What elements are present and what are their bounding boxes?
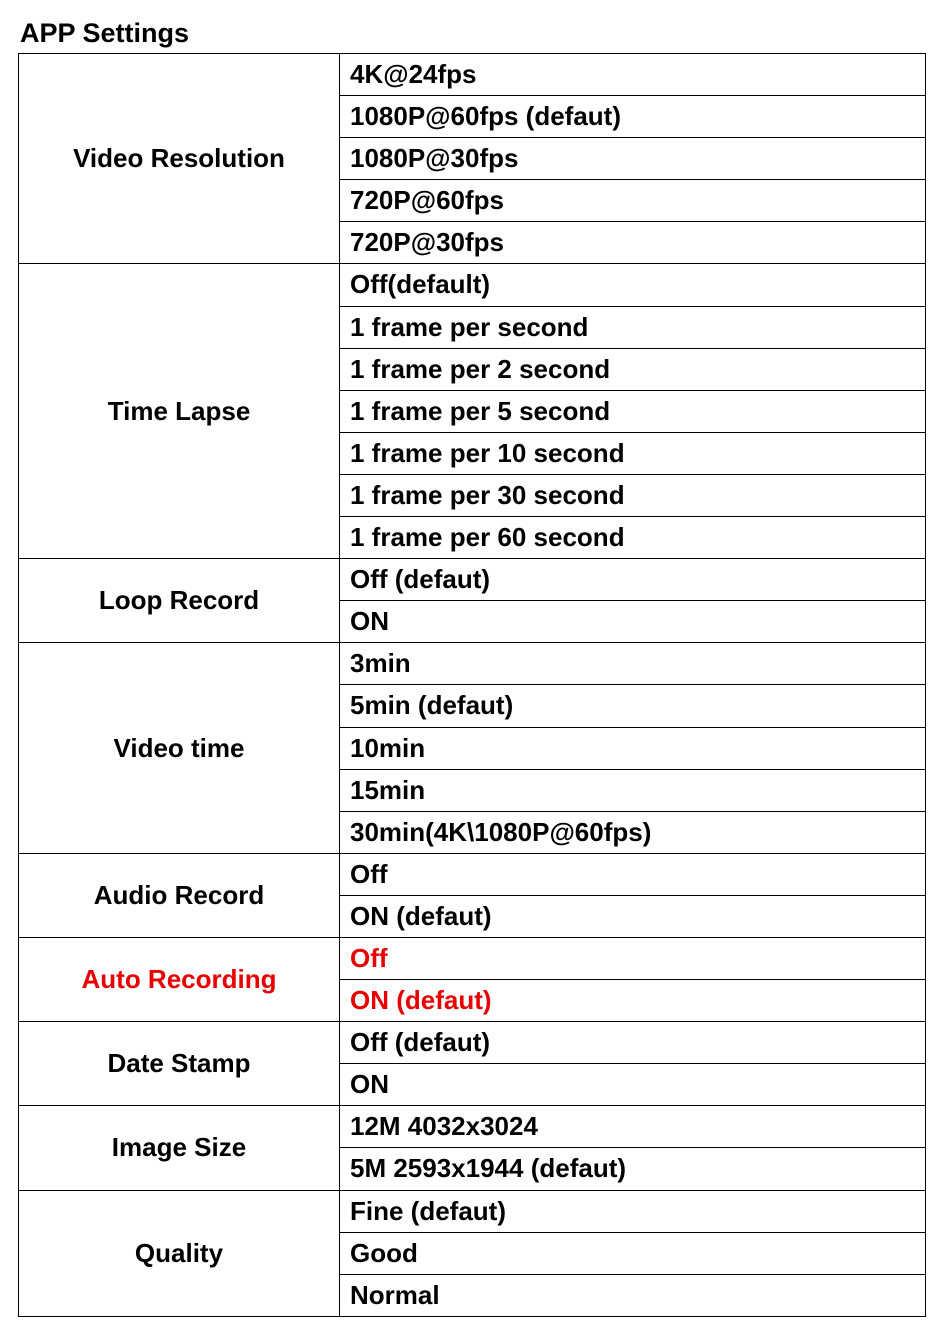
table-row: Image Size12M 4032x3024 <box>19 1106 926 1148</box>
setting-option: 1 frame per 10 second <box>340 432 926 474</box>
setting-option: Off <box>340 937 926 979</box>
setting-option: Off <box>340 853 926 895</box>
setting-option: 4K@24fps <box>340 54 926 96</box>
setting-option: Good <box>340 1232 926 1274</box>
setting-label: Time Lapse <box>19 264 340 559</box>
setting-option: 1 frame per 60 second <box>340 517 926 559</box>
setting-option: 30min(4K\1080P@60fps) <box>340 811 926 853</box>
setting-option: 5min (defaut) <box>340 685 926 727</box>
setting-option: 1 frame per 5 second <box>340 390 926 432</box>
setting-label: Audio Record <box>19 853 340 937</box>
setting-label: Image Size <box>19 1106 340 1190</box>
setting-option: Off(default) <box>340 264 926 306</box>
setting-option: 720P@30fps <box>340 222 926 264</box>
table-row: Auto RecordingOff <box>19 937 926 979</box>
table-row: QualityFine (defaut) <box>19 1190 926 1232</box>
setting-option: Normal <box>340 1274 926 1316</box>
setting-option: ON <box>340 601 926 643</box>
setting-option: 3min <box>340 643 926 685</box>
table-row: Date StampOff (defaut) <box>19 1022 926 1064</box>
setting-option: 1 frame per 2 second <box>340 348 926 390</box>
setting-option: Fine (defaut) <box>340 1190 926 1232</box>
setting-option: ON <box>340 1064 926 1106</box>
setting-option: ON (defaut) <box>340 980 926 1022</box>
setting-option: 1 frame per 30 second <box>340 474 926 516</box>
setting-label: Video Resolution <box>19 54 340 264</box>
setting-option: 10min <box>340 727 926 769</box>
table-row: Video time3min <box>19 643 926 685</box>
settings-table: Video Resolution4K@24fps1080P@60fps (def… <box>18 53 926 1317</box>
table-row: Audio RecordOff <box>19 853 926 895</box>
setting-option: Off (defaut) <box>340 559 926 601</box>
setting-option: 720P@60fps <box>340 180 926 222</box>
setting-label: Loop Record <box>19 559 340 643</box>
setting-option: 1080P@60fps (defaut) <box>340 96 926 138</box>
table-row: Loop RecordOff (defaut) <box>19 559 926 601</box>
setting-label: Date Stamp <box>19 1022 340 1106</box>
setting-option: 15min <box>340 769 926 811</box>
setting-option: ON (defaut) <box>340 895 926 937</box>
setting-label: Auto Recording <box>19 937 340 1021</box>
setting-option: Off (defaut) <box>340 1022 926 1064</box>
setting-option: 12M 4032x3024 <box>340 1106 926 1148</box>
setting-label: Quality <box>19 1190 340 1316</box>
table-row: Video Resolution4K@24fps <box>19 54 926 96</box>
setting-option: 1080P@30fps <box>340 138 926 180</box>
setting-label: Video time <box>19 643 340 853</box>
setting-option: 1 frame per second <box>340 306 926 348</box>
table-row: Time LapseOff(default) <box>19 264 926 306</box>
setting-option: 5M 2593x1944 (defaut) <box>340 1148 926 1190</box>
page-title: APP Settings <box>20 18 927 49</box>
